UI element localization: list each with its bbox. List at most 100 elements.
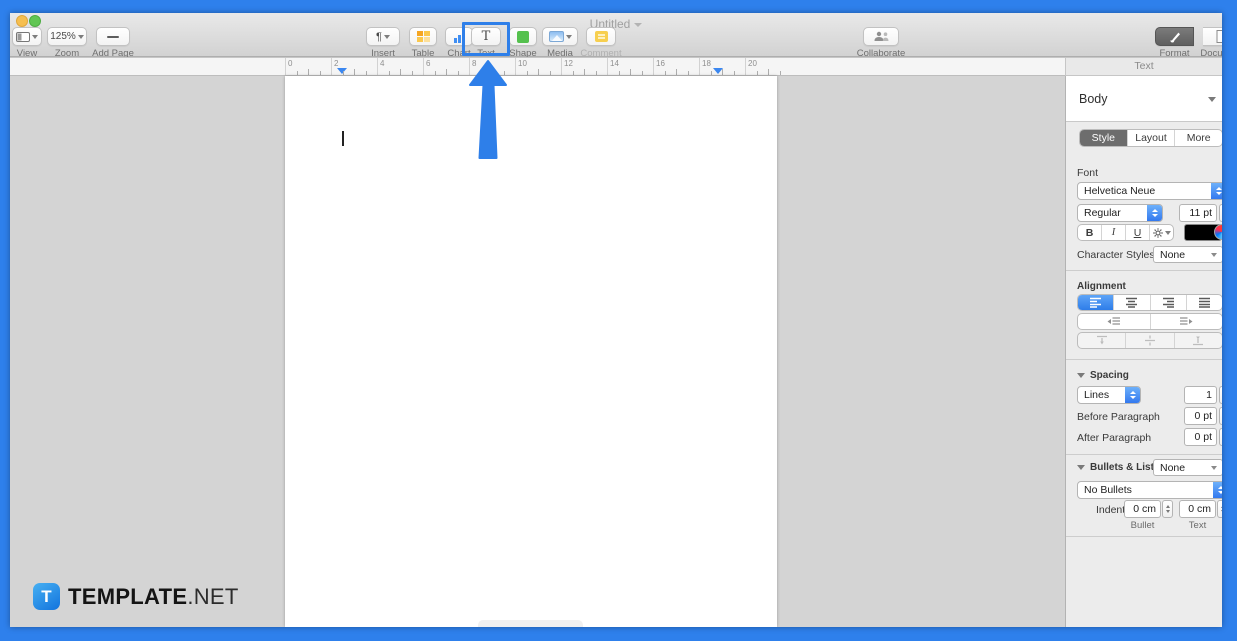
align-top-button[interactable]: [1078, 333, 1125, 348]
align-middle-icon: [1144, 335, 1156, 346]
ruler-number: 18: [702, 59, 711, 68]
chevron-down-icon: [1165, 231, 1171, 235]
line-spacing-dropdown[interactable]: Lines: [1077, 386, 1141, 404]
comment-button[interactable]: Comment: [578, 27, 624, 59]
font-family-value: Helvetica Neue: [1078, 185, 1211, 197]
spacing-disclosure-icon[interactable]: [1077, 373, 1085, 378]
ruler-gridline: [285, 58, 286, 75]
indent-icon: [1179, 317, 1193, 327]
table-icon: [417, 31, 430, 42]
ruler-tick: [308, 69, 309, 75]
stepper-icon: [1213, 482, 1222, 498]
after-paragraph-stepper[interactable]: [1219, 428, 1222, 446]
document-canvas: [10, 76, 1065, 627]
zoom-button[interactable]: 125% Zoom: [46, 27, 88, 59]
format-inspector: Body Style Layout More Font Helvetica Ne…: [1065, 76, 1222, 627]
ruler-number: 14: [610, 59, 619, 68]
collaborate-button[interactable]: Collaborate: [850, 27, 912, 59]
insert-icon: ¶: [376, 31, 382, 43]
before-paragraph-stepper[interactable]: [1219, 407, 1222, 425]
indent-buttons: [1077, 313, 1222, 330]
ruler-number: 4: [380, 59, 384, 68]
disclosure-triangle-icon: [1208, 97, 1216, 102]
text-indent-stepper[interactable]: [1217, 500, 1222, 518]
bullet-indent-stepper[interactable]: [1162, 500, 1173, 518]
tab-layout[interactable]: Layout: [1127, 130, 1175, 146]
paragraph-style-selector[interactable]: Body: [1066, 76, 1222, 122]
ruler-gridline: [699, 58, 700, 75]
font-style-buttons: B I U: [1077, 224, 1174, 241]
after-paragraph-field[interactable]: 0 pt: [1184, 428, 1217, 446]
ruler-tick: [458, 71, 459, 75]
ruler-tick: [389, 71, 390, 75]
shape-button[interactable]: Shape: [505, 27, 541, 59]
bullets-disclosure-icon[interactable]: [1077, 465, 1085, 470]
bullets-dropdown[interactable]: None: [1153, 459, 1222, 476]
ruler-tick: [665, 71, 666, 75]
underline-button[interactable]: U: [1125, 225, 1149, 240]
before-paragraph-label: Before Paragraph: [1077, 411, 1160, 423]
align-justify-icon: [1198, 297, 1211, 308]
ruler-gridline: [745, 58, 746, 75]
align-center-icon: [1125, 297, 1138, 308]
add-page-button[interactable]: Add Page: [90, 27, 136, 59]
ruler-tick: [780, 71, 781, 75]
line-spacing-value-field[interactable]: 1: [1184, 386, 1217, 404]
document-page[interactable]: [285, 76, 777, 627]
align-bottom-button[interactable]: [1174, 333, 1222, 348]
ruler-tick: [400, 69, 401, 75]
ruler-tick: [642, 71, 643, 75]
text-indent-field[interactable]: 0 cm: [1179, 500, 1216, 518]
advanced-options-button[interactable]: [1149, 225, 1173, 240]
bold-button[interactable]: B: [1078, 225, 1101, 240]
font-weight-dropdown[interactable]: Regular: [1077, 204, 1163, 222]
tab-style[interactable]: Style: [1080, 130, 1127, 146]
ruler-number: 2: [334, 59, 338, 68]
character-styles-dropdown[interactable]: None: [1153, 246, 1222, 263]
font-size-field[interactable]: 11 pt: [1179, 204, 1217, 222]
media-button[interactable]: Media: [541, 27, 579, 59]
before-paragraph-field[interactable]: 0 pt: [1184, 407, 1217, 425]
font-weight-value: Regular: [1078, 207, 1147, 219]
tab-more[interactable]: More: [1174, 130, 1222, 146]
insert-button[interactable]: ¶ Insert: [362, 27, 404, 59]
align-justify-button[interactable]: [1186, 295, 1222, 310]
align-right-button[interactable]: [1150, 295, 1186, 310]
chevron-down-icon: [1211, 253, 1217, 257]
media-icon: [549, 31, 564, 42]
italic-button[interactable]: I: [1101, 225, 1125, 240]
view-button[interactable]: View: [10, 27, 44, 59]
table-button[interactable]: Table: [406, 27, 440, 59]
text-caption: Text: [1179, 520, 1216, 531]
ruler-number: 0: [288, 59, 292, 68]
ruler-gridline: [515, 58, 516, 75]
add-page-icon: [107, 36, 119, 38]
ruler-tick: [354, 69, 355, 75]
chevron-down-icon: [32, 35, 38, 39]
text-alignment-buttons: [1077, 294, 1222, 311]
align-middle-button[interactable]: [1125, 333, 1173, 348]
ruler-tick: [757, 71, 758, 75]
format-button[interactable]: Format: [1155, 27, 1194, 59]
increase-indent-button[interactable]: [1150, 314, 1223, 329]
annotation-highlight-box: [462, 22, 510, 56]
font-size-stepper[interactable]: [1219, 204, 1222, 222]
line-spacing-stepper[interactable]: [1219, 386, 1222, 404]
ruler-number: 10: [518, 59, 527, 68]
divider: [1066, 454, 1222, 455]
bullet-style-dropdown[interactable]: No Bullets: [1077, 481, 1222, 499]
spacing-section-label: Spacing: [1090, 370, 1129, 381]
format-brush-icon: [1169, 31, 1181, 43]
font-family-dropdown[interactable]: Helvetica Neue: [1077, 182, 1222, 200]
bullet-indent-field[interactable]: 0 cm: [1124, 500, 1161, 518]
decrease-indent-button[interactable]: [1078, 314, 1150, 329]
title-chevron-icon: [634, 23, 642, 27]
align-left-button[interactable]: [1078, 295, 1113, 310]
align-center-button[interactable]: [1113, 295, 1149, 310]
ruler-gridline: [331, 58, 332, 75]
divider: [1066, 536, 1222, 537]
bullet-style-value: No Bullets: [1078, 484, 1213, 496]
pages-window: Untitled View 125% Zoom Add Page: [10, 13, 1222, 627]
document-button[interactable]: Document: [1194, 27, 1222, 59]
alignment-section-label: Alignment: [1077, 281, 1126, 292]
